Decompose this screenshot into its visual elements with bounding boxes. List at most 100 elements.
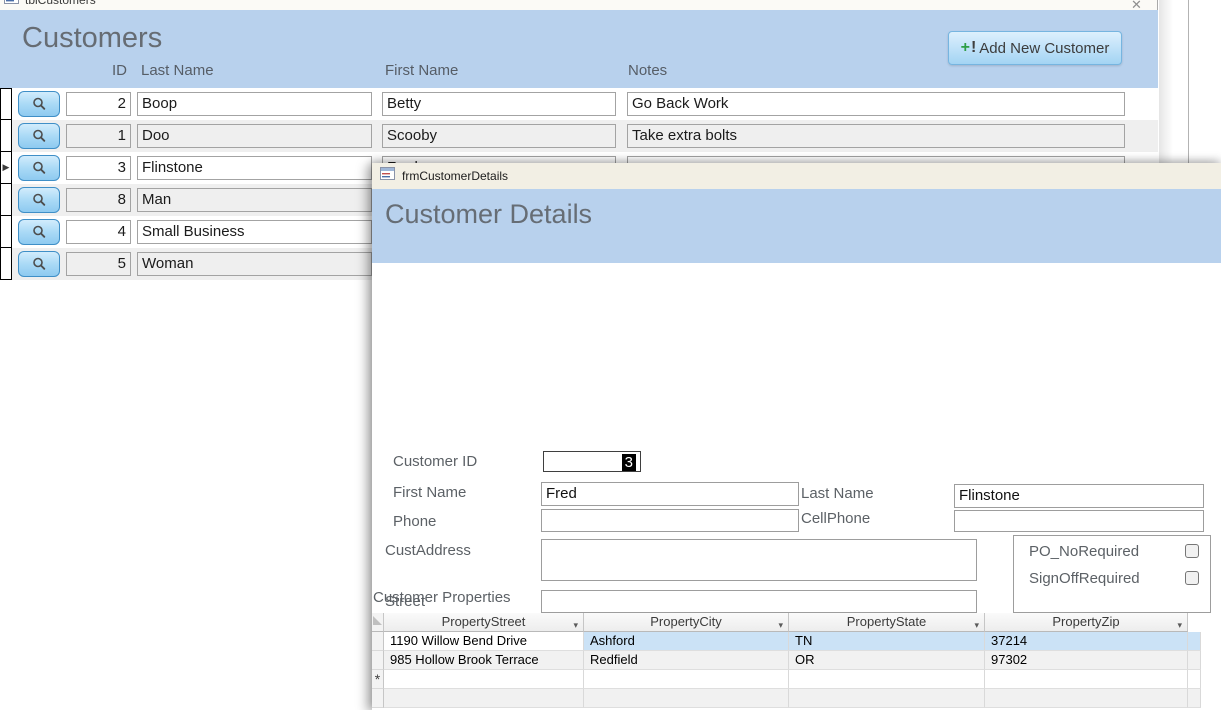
column-header-propertystate[interactable]: PropertyState▾ bbox=[789, 613, 985, 632]
row-selector[interactable] bbox=[372, 651, 384, 670]
column-header-id: ID bbox=[66, 62, 127, 84]
propertystreet-header-label: PropertyStreet bbox=[442, 614, 526, 629]
last-name-field[interactable]: Small Business bbox=[137, 220, 372, 244]
first-name-field[interactable]: Scooby bbox=[382, 124, 616, 148]
last-name-field[interactable]: Woman bbox=[137, 252, 372, 276]
record-selector[interactable] bbox=[0, 120, 12, 152]
add-new-customer-label: Add New Customer bbox=[979, 40, 1109, 57]
add-new-customer-button[interactable]: + ! Add New Customer bbox=[948, 31, 1122, 65]
propertycity-cell[interactable]: Ashford bbox=[584, 632, 789, 651]
window-title: frmCustomerDetails bbox=[402, 169, 508, 183]
custaddress-field[interactable] bbox=[541, 539, 977, 581]
customers-header: Customers + ! Add New Customer ID Last N… bbox=[0, 10, 1158, 88]
cellphone-field[interactable] bbox=[954, 510, 1204, 532]
last-name-field[interactable]: Boop bbox=[137, 92, 372, 116]
phone-field[interactable] bbox=[541, 509, 799, 532]
propertystreet-cell[interactable]: 1190 Willow Bend Drive bbox=[384, 632, 584, 651]
record-selector[interactable] bbox=[0, 184, 12, 216]
record-selector[interactable] bbox=[0, 248, 12, 280]
id-field[interactable]: 2 bbox=[66, 92, 131, 116]
access-workspace: tblCustomers ✕ Customers + ! Add New Cus… bbox=[0, 0, 1221, 710]
table-form-icon bbox=[4, 0, 19, 9]
customer-properties-label: Customer Properties bbox=[373, 589, 511, 606]
notes-field[interactable]: Take extra bolts bbox=[627, 124, 1125, 148]
empty-row bbox=[372, 689, 1221, 708]
cellphone-label: CellPhone bbox=[801, 510, 870, 527]
phone-label: Phone bbox=[393, 513, 436, 530]
po-norequired-label: PO_NoRequired bbox=[1029, 543, 1139, 560]
propertystreet-cell[interactable]: 985 Hollow Brook Terrace bbox=[384, 651, 584, 670]
propertystate-cell[interactable] bbox=[789, 670, 985, 689]
propertyzip-cell[interactable]: 97302 bbox=[985, 651, 1188, 670]
first-name-label: First Name bbox=[393, 484, 466, 501]
signoff-required-checkbox[interactable] bbox=[1185, 571, 1199, 585]
magnifier-button[interactable] bbox=[18, 187, 60, 213]
record-selector[interactable] bbox=[0, 88, 12, 120]
plus-icon: + bbox=[961, 39, 970, 57]
magnifier-button[interactable] bbox=[18, 155, 60, 181]
notes-field[interactable]: Go Back Work bbox=[627, 92, 1125, 116]
custaddress-label: CustAddress bbox=[385, 542, 471, 559]
customer-properties-datasheet: PropertyStreet▾ PropertyCity▾ PropertySt… bbox=[372, 613, 1221, 710]
propertyzip-header-label: PropertyZip bbox=[1052, 614, 1119, 629]
id-field[interactable]: 3 bbox=[66, 156, 131, 180]
street-field[interactable] bbox=[541, 590, 977, 613]
row-end-stub bbox=[1188, 670, 1201, 689]
customer-row: 2 Boop Betty Go Back Work bbox=[0, 88, 1158, 120]
id-field[interactable]: 8 bbox=[66, 188, 131, 212]
last-name-label: Last Name bbox=[801, 485, 874, 502]
id-field[interactable]: 1 bbox=[66, 124, 131, 148]
frmcustomerdetails-window: frmCustomerDetails Customer Details Cust… bbox=[372, 163, 1221, 710]
row-end-stub bbox=[1188, 651, 1201, 670]
last-name-field[interactable]: Flinstone bbox=[954, 484, 1204, 508]
record-selector[interactable] bbox=[0, 216, 12, 248]
close-icon[interactable]: ✕ bbox=[1131, 0, 1142, 10]
signoff-required-row: SignOffRequired bbox=[1014, 570, 1210, 590]
column-header-first-name: First Name bbox=[385, 62, 458, 84]
propertyzip-cell[interactable]: 37214 bbox=[985, 632, 1188, 651]
propertyzip-cell[interactable] bbox=[985, 670, 1188, 689]
propertycity-cell[interactable]: Redfield bbox=[584, 651, 789, 670]
column-header-last-name: Last Name bbox=[141, 62, 214, 84]
column-header-notes: Notes bbox=[628, 62, 667, 84]
magnifier-button[interactable] bbox=[18, 123, 60, 149]
propertystate-header-label: PropertyState bbox=[847, 614, 927, 629]
column-header-propertyzip[interactable]: PropertyZip▾ bbox=[985, 613, 1188, 632]
propertystate-cell[interactable]: TN bbox=[789, 632, 985, 651]
po-norequired-checkbox[interactable] bbox=[1185, 544, 1199, 558]
magnifier-button[interactable] bbox=[18, 219, 60, 245]
propertycity-cell[interactable] bbox=[584, 670, 789, 689]
customer-id-field[interactable]: 3 bbox=[543, 451, 641, 472]
propertystreet-cell[interactable] bbox=[384, 670, 584, 689]
id-field[interactable]: 4 bbox=[66, 220, 131, 244]
empty-cell bbox=[985, 689, 1188, 708]
exclamation-icon: ! bbox=[971, 39, 976, 57]
magnifier-button[interactable] bbox=[18, 251, 60, 277]
customer-row: 1 Doo Scooby Take extra bolts bbox=[0, 120, 1158, 152]
datasheet-header-row: PropertyStreet▾ PropertyCity▾ PropertySt… bbox=[372, 613, 1221, 632]
property-row: 1190 Willow Bend Drive Ashford TN 37214 bbox=[372, 632, 1221, 651]
form-icon bbox=[380, 167, 395, 185]
new-record-selector[interactable]: * bbox=[372, 670, 384, 689]
last-name-field[interactable]: Flinstone bbox=[137, 156, 372, 180]
last-name-field[interactable]: Doo bbox=[137, 124, 372, 148]
frmcustomerdetails-titlebar: frmCustomerDetails bbox=[372, 163, 1221, 189]
empty-cell bbox=[584, 689, 789, 708]
page-title: Customers bbox=[22, 22, 162, 55]
magnifier-button[interactable] bbox=[18, 91, 60, 117]
first-name-field[interactable]: Betty bbox=[382, 92, 616, 116]
last-name-field[interactable]: Man bbox=[137, 188, 372, 212]
column-header-propertycity[interactable]: PropertyCity▾ bbox=[584, 613, 789, 632]
signoff-required-label: SignOffRequired bbox=[1029, 570, 1140, 587]
id-field[interactable]: 5 bbox=[66, 252, 131, 276]
row-selector[interactable] bbox=[372, 632, 384, 651]
po-norequired-row: PO_NoRequired bbox=[1014, 543, 1210, 563]
column-header-propertystreet[interactable]: PropertyStreet▾ bbox=[384, 613, 584, 632]
property-row: 985 Hollow Brook Terrace Redfield OR 973… bbox=[372, 651, 1221, 670]
record-selector[interactable]: ▶ bbox=[0, 152, 12, 184]
requirements-group: PO_NoRequired SignOffRequired bbox=[1013, 535, 1211, 613]
propertystate-cell[interactable]: OR bbox=[789, 651, 985, 670]
select-all-corner[interactable] bbox=[372, 613, 384, 632]
new-record-row: * bbox=[372, 670, 1221, 689]
first-name-field[interactable]: Fred bbox=[541, 482, 799, 506]
